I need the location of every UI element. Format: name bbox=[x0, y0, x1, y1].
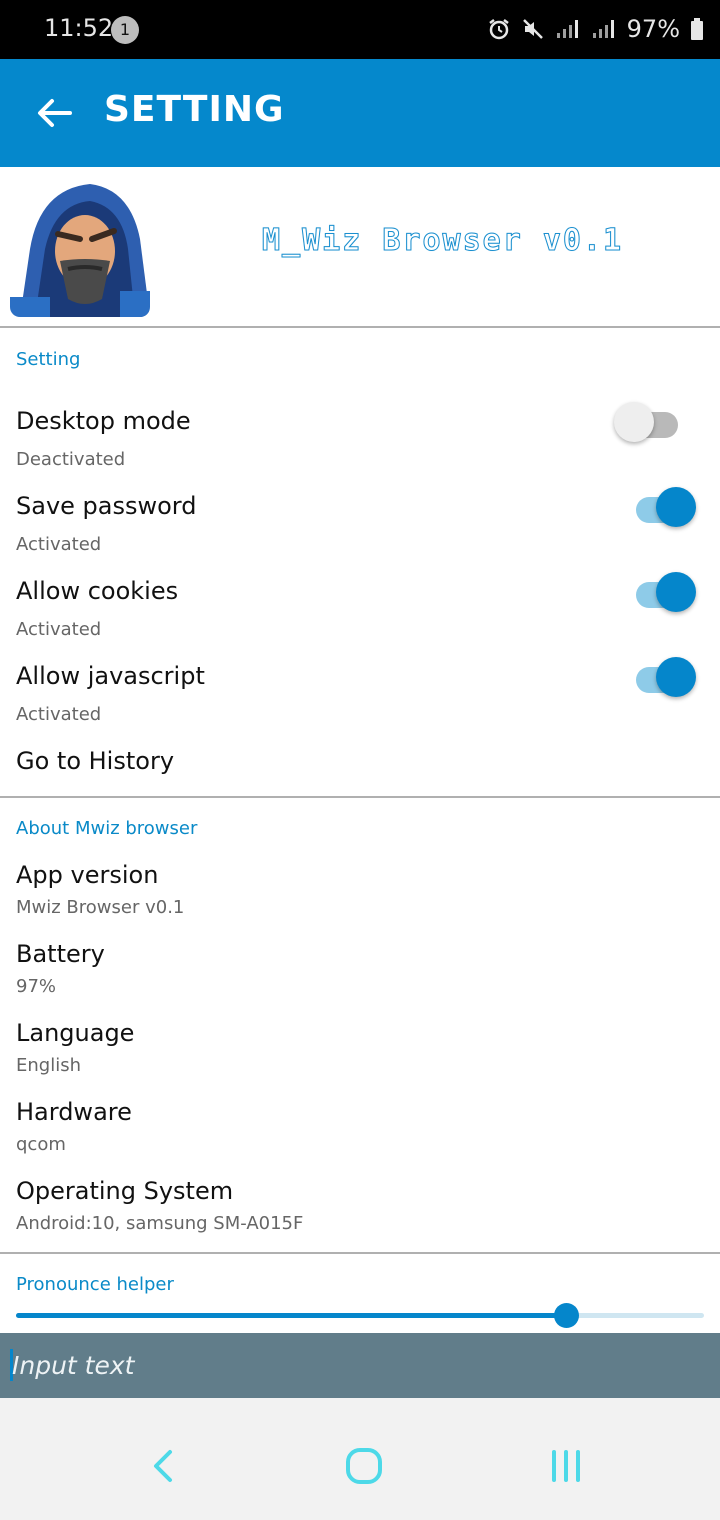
about-item-title: Operating System bbox=[16, 1177, 234, 1205]
pref-title: Allow cookies bbox=[16, 577, 179, 605]
notification-count-badge: 1 bbox=[111, 16, 139, 44]
input-text-field[interactable] bbox=[12, 1343, 702, 1387]
about-item-title: Battery bbox=[16, 940, 105, 968]
about-item-value: 97% bbox=[16, 976, 57, 997]
home-nav-icon[interactable] bbox=[344, 1446, 384, 1486]
recents-nav-icon[interactable] bbox=[546, 1446, 586, 1486]
pref-status: Activated bbox=[16, 704, 102, 725]
pronounce-slider[interactable] bbox=[16, 1302, 704, 1330]
page-title: SETTING bbox=[104, 89, 285, 130]
slider-thumb[interactable] bbox=[554, 1303, 580, 1328]
save-password-toggle[interactable] bbox=[630, 485, 702, 529]
arrow-left-icon[interactable] bbox=[32, 91, 76, 135]
toggle-thumb bbox=[656, 487, 696, 527]
battery-icon bbox=[690, 17, 704, 41]
app-bar: SETTING bbox=[0, 59, 720, 167]
pref-status: Activated bbox=[16, 534, 102, 555]
app-header: M_Wiz Browser v0.1 bbox=[0, 167, 720, 328]
about-item-value: Mwiz Browser v0.1 bbox=[16, 897, 185, 918]
toggle-thumb bbox=[614, 402, 654, 442]
pref-title: Save password bbox=[16, 492, 197, 520]
alarm-icon bbox=[487, 17, 511, 41]
toggle-thumb bbox=[656, 657, 696, 697]
brand-title: M_Wiz Browser v0.1 bbox=[262, 223, 624, 259]
status-bar: 11:52 1 97% bbox=[0, 0, 720, 59]
input-bar bbox=[0, 1333, 720, 1398]
allow-javascript-toggle[interactable] bbox=[630, 655, 702, 699]
brand-name: M_Wiz Browser bbox=[262, 223, 523, 259]
back-nav-icon[interactable] bbox=[144, 1446, 184, 1486]
wizard-avatar bbox=[10, 179, 150, 317]
about-item-title: App version bbox=[16, 861, 159, 889]
pref-status: Deactivated bbox=[16, 449, 126, 470]
status-icons: 97% bbox=[487, 14, 704, 44]
about-item-title: Hardware bbox=[16, 1098, 132, 1126]
pref-status: Activated bbox=[16, 619, 102, 640]
about-item-value: English bbox=[16, 1055, 81, 1076]
about-item-title: Language bbox=[16, 1019, 135, 1047]
mute-icon bbox=[521, 17, 545, 41]
settings-section-title: Setting bbox=[16, 349, 81, 370]
allow-cookies-toggle[interactable] bbox=[630, 570, 702, 614]
toggle-thumb bbox=[656, 572, 696, 612]
battery-percentage: 97% bbox=[626, 15, 680, 43]
about-section-title: About Mwiz browser bbox=[16, 818, 198, 839]
slider-fill bbox=[16, 1313, 567, 1318]
signal-icon bbox=[555, 17, 581, 41]
pref-title: Allow javascript bbox=[16, 662, 205, 690]
about-item-value: Android:10, samsung SM-A015F bbox=[16, 1213, 304, 1234]
navigation-bar bbox=[0, 1398, 720, 1520]
about-item-value: qcom bbox=[16, 1134, 66, 1155]
section-divider bbox=[0, 1252, 720, 1254]
desktop-mode-toggle[interactable] bbox=[614, 400, 686, 444]
pref-title: Desktop mode bbox=[16, 407, 191, 435]
status-time: 11:52 bbox=[44, 14, 114, 42]
pronounce-section-title: Pronounce helper bbox=[16, 1274, 174, 1295]
section-divider bbox=[0, 796, 720, 798]
go-to-history-item[interactable]: Go to History bbox=[16, 747, 174, 775]
signal-icon bbox=[591, 17, 617, 41]
brand-version: v0.1 bbox=[542, 223, 624, 259]
